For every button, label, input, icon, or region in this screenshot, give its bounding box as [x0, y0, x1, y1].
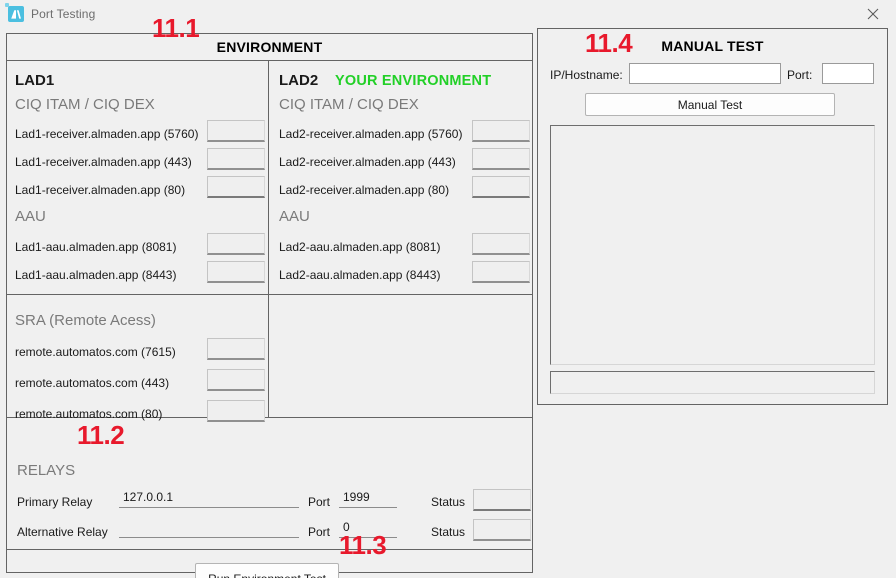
lad2-title: LAD2 — [279, 72, 319, 89]
lad2-row-3-status — [472, 233, 530, 255]
ip-hostname-input[interactable] — [629, 63, 781, 84]
lad-section-divider — [7, 294, 532, 295]
relay-row-1-port-label: Port — [308, 525, 331, 539]
app-icon-dot — [5, 2, 9, 7]
environment-header: ENVIRONMENT — [216, 39, 323, 55]
annotation-11-1: 11.1 — [152, 13, 200, 43]
sra-label: SRA (Remote Acess) — [15, 312, 156, 329]
environment-panel: ENVIRONMENT LAD1 CIQ ITAM / CIQ DEX Lad1… — [6, 33, 533, 578]
relay-row-1-host-input[interactable] — [119, 516, 299, 538]
sra-row-1-status — [207, 369, 265, 391]
relay-row-0-name-label: Primary Relay — [17, 495, 93, 509]
relay-row-0-status-label: Status — [431, 495, 466, 509]
manual-test-statusbar — [550, 371, 875, 394]
env-header-divider — [7, 60, 532, 61]
lad2-row-4-label: Lad2-aau.almaden.app (8443) — [279, 268, 441, 282]
manual-test-output[interactable] — [550, 125, 875, 365]
app-window: Port Testing ENVIRONMENT LAD1 CIQ ITAM /… — [0, 0, 896, 578]
sra-row-2-label: remote.automatos.com (80) — [15, 407, 163, 421]
manual-test-button[interactable]: Manual Test — [585, 93, 835, 116]
relay-row-0-port-input[interactable] — [339, 486, 397, 508]
manual-port-input[interactable] — [822, 63, 874, 84]
relay-row-1-status-label: Status — [431, 525, 466, 539]
lad2-group-0-label: CIQ ITAM / CIQ DEX — [279, 96, 419, 113]
lad1-row-1-status — [207, 148, 265, 170]
relay-row-1-name-label: Alternative Relay — [17, 525, 108, 539]
lad2-row-0-label: Lad2-receiver.almaden.app (5760) — [279, 127, 463, 141]
relay-row-0-host-input[interactable] — [119, 486, 299, 508]
lad2-row-0-status — [472, 120, 530, 142]
lad2-group-1-label: AAU — [279, 208, 310, 225]
relays-title: RELAYS — [17, 462, 76, 479]
port-label: Port: — [787, 68, 813, 82]
annotation-11-3: 11.3 — [339, 530, 387, 560]
lad1-row-1-label: Lad1-receiver.almaden.app (443) — [15, 155, 192, 169]
title-bar: Port Testing — [0, 0, 896, 27]
relay-row-0-port-label: Port — [308, 495, 331, 509]
annotation-11-2: 11.2 — [77, 420, 125, 450]
lad1-group-0-label: CIQ ITAM / CIQ DEX — [15, 96, 155, 113]
annotation-11-4: 11.4 — [585, 28, 633, 58]
lad2-row-2-label: Lad2-receiver.almaden.app (80) — [279, 183, 450, 197]
sra-row-0-status — [207, 338, 265, 360]
app-icon — [5, 2, 24, 22]
sra-column-divider — [268, 295, 269, 417]
lad1-row-4-status — [207, 261, 265, 283]
lad2-row-4-status — [472, 261, 530, 283]
relay-row-0-status-box — [473, 489, 531, 511]
app-icon-glyph — [11, 9, 21, 19]
relays-section-divider — [7, 549, 532, 550]
lad1-title: LAD1 — [15, 72, 55, 89]
lad1-row-2-status — [207, 176, 265, 198]
manual-test-panel: MANUAL TEST IP/Hostname: Port: Manual Te… — [537, 28, 888, 405]
sra-row-1-label: remote.automatos.com (443) — [15, 376, 170, 390]
lad1-row-3-status — [207, 233, 265, 255]
lad2-row-1-label: Lad2-receiver.almaden.app (443) — [279, 155, 456, 169]
lad1-row-0-status — [207, 120, 265, 142]
lad1-group-1-label: AAU — [15, 208, 46, 225]
sra-row-2-status — [207, 400, 265, 422]
lad1-row-2-label: Lad1-receiver.almaden.app (80) — [15, 183, 186, 197]
close-glyph — [867, 8, 879, 19]
sra-row-0-label: remote.automatos.com (7615) — [15, 345, 176, 359]
lad1-row-3-label: Lad1-aau.almaden.app (8081) — [15, 240, 177, 254]
close-icon[interactable] — [850, 0, 896, 27]
lad-column-divider — [268, 61, 269, 294]
lad2-row-2-status — [472, 176, 530, 198]
window-title: Port Testing — [31, 6, 96, 21]
lad1-row-4-label: Lad1-aau.almaden.app (8443) — [15, 268, 177, 282]
run-environment-test-button[interactable]: Run Environment Test — [195, 563, 339, 578]
relay-row-1-status-box — [473, 519, 531, 541]
lad2-row-3-label: Lad2-aau.almaden.app (8081) — [279, 240, 441, 254]
ip-hostname-label: IP/Hostname: — [550, 68, 623, 82]
lad1-row-0-label: Lad1-receiver.almaden.app (5760) — [15, 127, 199, 141]
lad2-row-1-status — [472, 148, 530, 170]
lad2-badge: YOUR ENVIRONMENT — [335, 73, 492, 89]
